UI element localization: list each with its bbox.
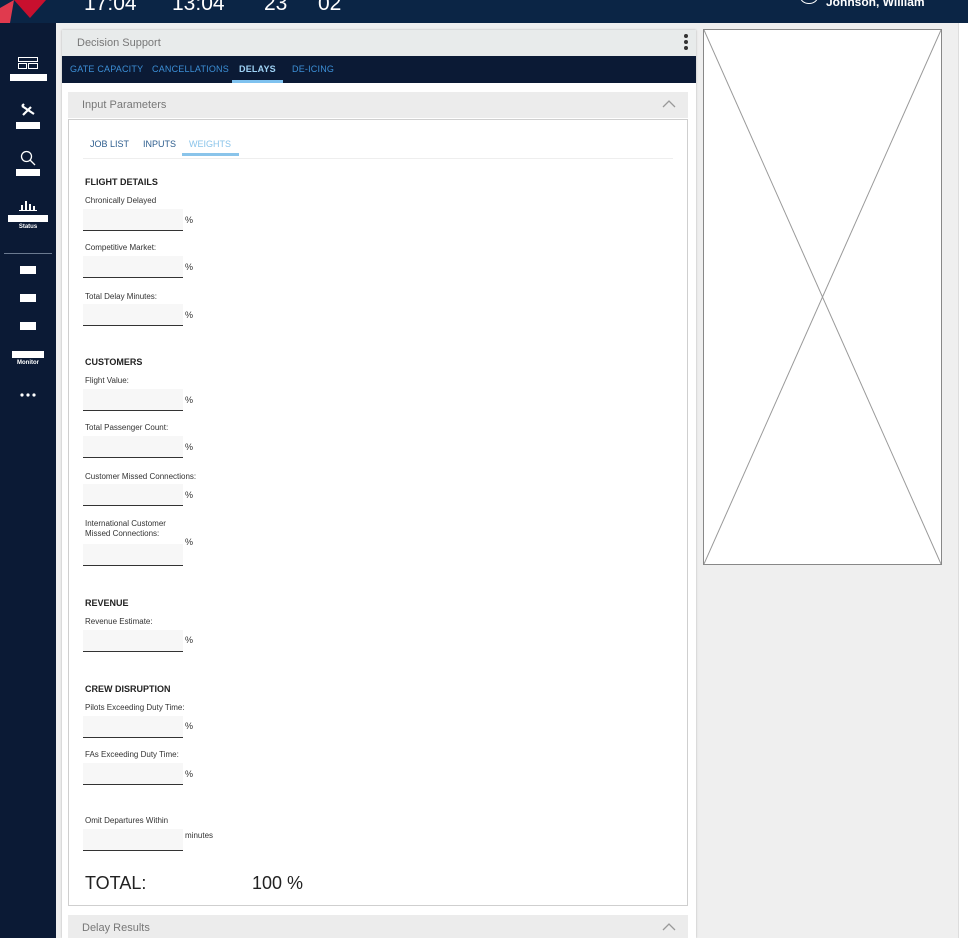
label-international-missed-line1: International Customer — [85, 519, 166, 528]
competitive-market-input[interactable] — [83, 256, 183, 278]
total-delay-minutes-input[interactable] — [83, 304, 183, 326]
delay-results-header[interactable]: Delay Results — [68, 915, 688, 938]
subtab-inputs[interactable]: INPUTS — [143, 139, 176, 149]
group-revenue: REVENUE — [85, 598, 129, 608]
delay-results-title: Delay Results — [82, 922, 150, 934]
label-chronically-delayed: Chronically Delayed — [85, 196, 157, 205]
counter-b: 02 — [318, 0, 342, 15]
kebab-menu-icon[interactable] — [684, 34, 688, 52]
input-parameters-section: Input Parameters — [68, 92, 688, 118]
nav-flights[interactable] — [0, 103, 56, 131]
label-omit-departures: Omit Departures Within — [85, 816, 169, 825]
label-pilots-exceeding: Pilots Exceeding Duty Time: — [85, 703, 185, 712]
nav-item-7[interactable] — [0, 294, 56, 304]
bar-chart-icon — [19, 201, 37, 211]
total-passenger-count-input[interactable] — [83, 436, 183, 458]
input-parameters-header[interactable]: Input Parameters — [68, 92, 688, 118]
counter-a: 23 — [264, 0, 288, 15]
user-avatar-icon[interactable] — [800, 0, 818, 4]
nav-monitor[interactable]: Monitor — [0, 350, 56, 370]
total-label: TOTAL: — [85, 873, 147, 893]
input-parameters-title: Input Parameters — [82, 99, 167, 111]
decision-tabs: GATE CAPACITY CANCELLATIONS DELAYS DE-IC… — [62, 56, 696, 83]
nav-status[interactable]: Status — [0, 199, 56, 235]
percent-unit: % — [185, 215, 194, 225]
percent-unit: % — [185, 721, 194, 731]
dashboard-icon — [18, 57, 38, 69]
omit-departures-input[interactable] — [83, 829, 183, 851]
nav-divider — [4, 253, 52, 254]
airplane-icon — [21, 103, 35, 116]
percent-unit: % — [185, 537, 194, 547]
label-customer-missed-connections: Customer Missed Connections: — [85, 472, 197, 481]
percent-unit: % — [185, 262, 194, 272]
label-total-delay-minutes: Total Delay Minutes: — [85, 292, 158, 301]
subtab-job-list[interactable]: JOB LIST — [90, 139, 129, 149]
label-total-passenger-count: Total Passenger Count: — [85, 423, 169, 432]
utc-time: 13:04 — [172, 0, 225, 15]
input-subtabs: JOB LIST INPUTS WEIGHTS — [83, 139, 673, 159]
fas-exceeding-input[interactable] — [83, 763, 183, 785]
percent-unit: % — [185, 395, 194, 405]
label-fas-exceeding: FAs Exceeding Duty Time: — [85, 750, 179, 759]
percent-unit: % — [185, 769, 194, 779]
pilots-exceeding-input[interactable] — [83, 716, 183, 738]
tab-de-icing[interactable]: DE-ICING — [292, 56, 334, 83]
nav-item-6[interactable] — [0, 266, 56, 276]
nav-dashboard[interactable] — [0, 55, 56, 83]
revenue-estimate-input[interactable] — [83, 630, 183, 652]
nav-search[interactable] — [0, 150, 56, 178]
international-missed-connections-input[interactable] — [83, 544, 183, 566]
delay-results-section: Delay Results — [68, 915, 688, 938]
left-navigation: Status Monitor — [0, 23, 56, 938]
label-competitive-market: Competitive Market: — [85, 243, 157, 252]
nav-status-label: Status — [18, 224, 38, 230]
panel-title-bar: Decision Support — [62, 30, 696, 56]
subtab-weights[interactable]: WEIGHTS — [182, 139, 239, 156]
chevron-up-icon[interactable] — [662, 922, 676, 932]
flight-value-input[interactable] — [83, 389, 183, 411]
group-customers: CUSTOMERS — [85, 357, 143, 367]
group-flight-details: FLIGHT DETAILS — [85, 177, 158, 187]
tab-cancellations[interactable]: CANCELLATIONS — [152, 56, 229, 83]
more-dots-icon — [20, 393, 36, 397]
percent-unit: % — [185, 635, 194, 645]
total-value: 100 % — [252, 873, 304, 893]
percent-unit: % — [185, 490, 194, 500]
local-time: 17:04 — [84, 0, 137, 15]
percent-unit: % — [185, 442, 194, 452]
chronically-delayed-input[interactable] — [83, 209, 183, 231]
search-icon — [20, 150, 36, 166]
minutes-unit: minutes — [185, 831, 214, 840]
customer-missed-connections-input[interactable] — [83, 484, 183, 506]
label-revenue-estimate: Revenue Estimate: — [85, 617, 153, 626]
group-crew-disruption: CREW DISRUPTION — [85, 684, 171, 694]
user-name[interactable]: Johnson, William — [826, 0, 925, 9]
chevron-up-icon[interactable] — [662, 99, 676, 109]
nav-monitor-label: Monitor — [17, 360, 39, 366]
percent-unit: % — [185, 310, 194, 320]
tab-delays[interactable]: DELAYS — [232, 56, 283, 83]
label-flight-value: Flight Value: — [85, 376, 129, 385]
nav-more[interactable] — [0, 389, 56, 399]
right-scroll-strip — [958, 23, 968, 938]
airline-logo-icon — [0, 0, 46, 23]
panel-title: Decision Support — [77, 37, 161, 49]
label-international-missed-line2: Missed Connections: — [85, 529, 160, 538]
nav-item-8[interactable] — [0, 322, 56, 332]
tab-gate-capacity[interactable]: GATE CAPACITY — [70, 56, 143, 83]
image-placeholder — [703, 29, 942, 565]
top-header: 17:04 13:04 23 02 Johnson, William — [0, 0, 968, 23]
weights-form: JOB LIST INPUTS WEIGHTS FLIGHT DETAILS C… — [68, 119, 688, 906]
